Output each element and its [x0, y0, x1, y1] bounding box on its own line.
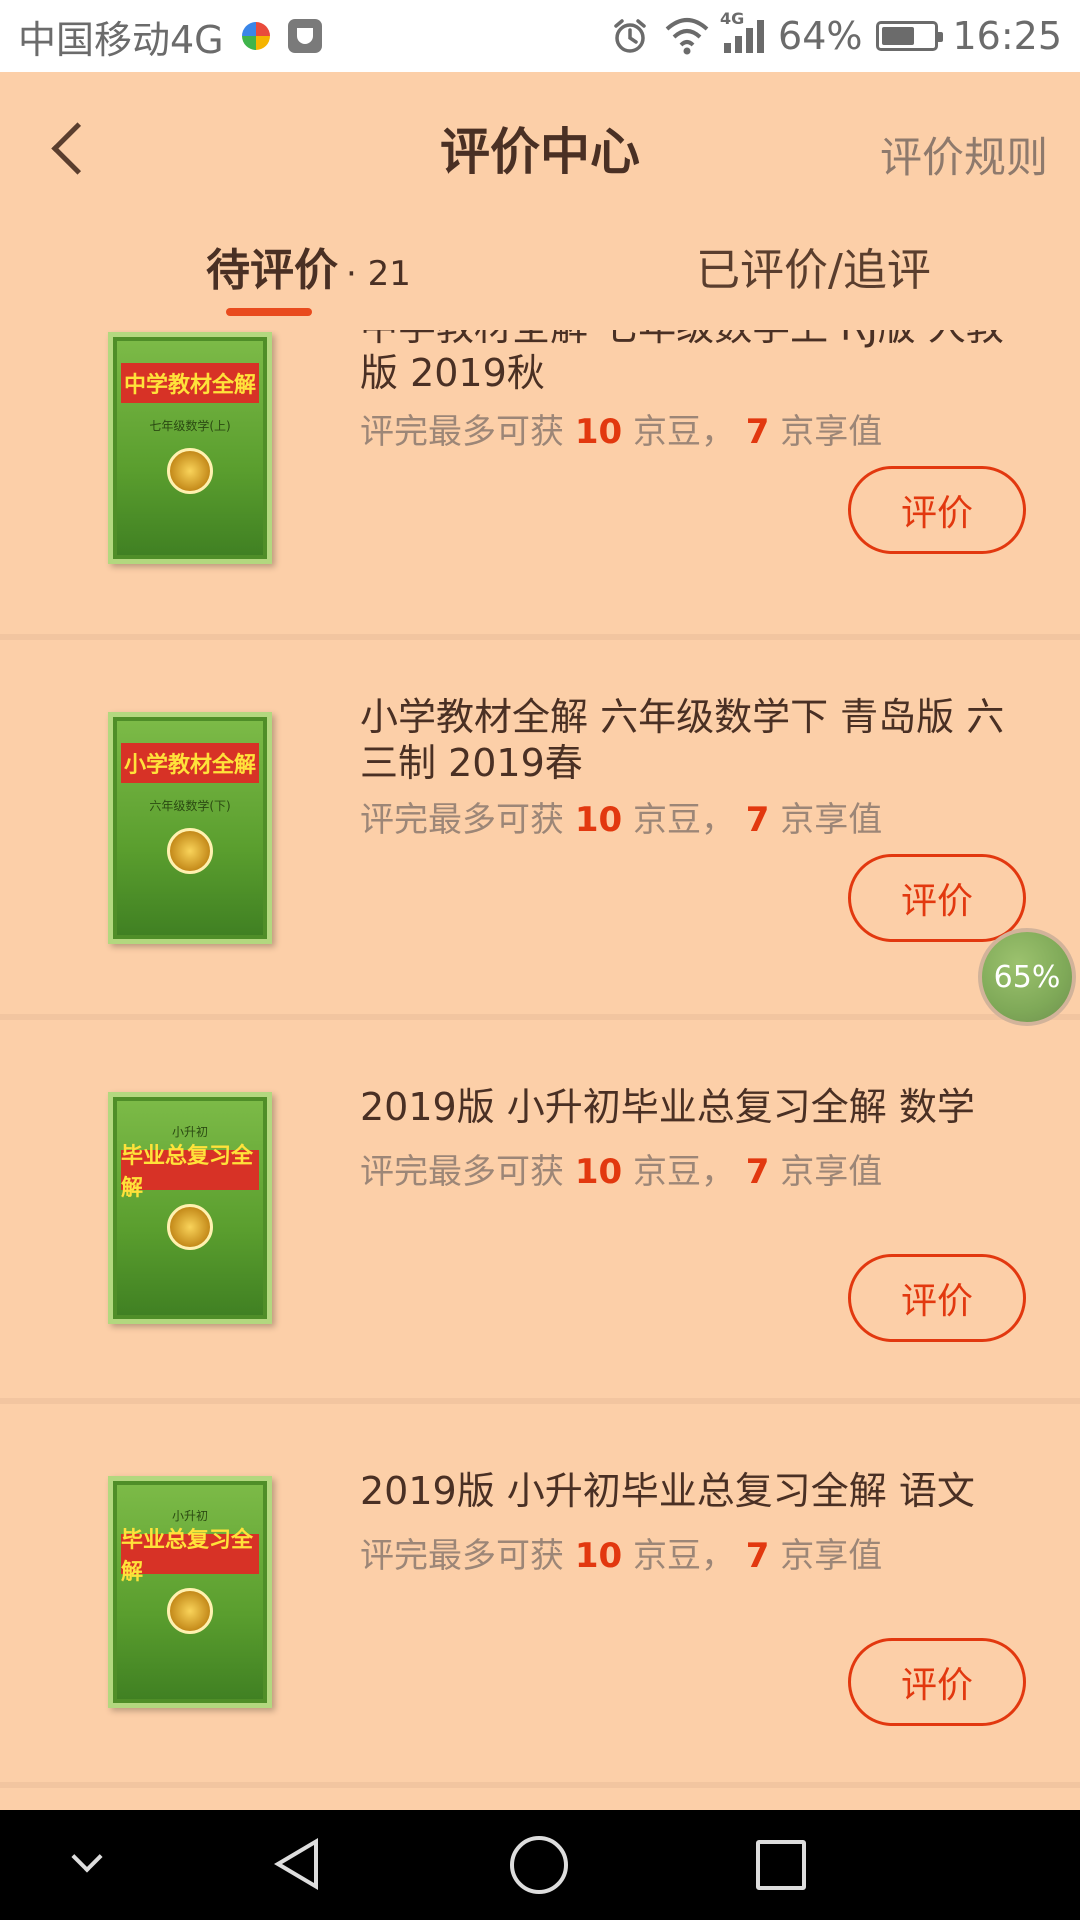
- value-label: 京享值: [769, 800, 883, 840]
- nav-home-icon[interactable]: [510, 1836, 568, 1894]
- reward-prefix: 评完最多可获: [360, 1536, 575, 1576]
- security-app-icon: [287, 19, 322, 53]
- list-item: 小升初 毕业总复习全解 2019版 小升初毕业总复习全解 数学 评完最多可获 1…: [0, 1024, 1080, 1404]
- battery-fill: [882, 27, 915, 45]
- product-cover-image[interactable]: 小升初 毕业总复习全解: [108, 1476, 272, 1708]
- tab-pending-label: 待评价: [206, 245, 338, 296]
- cover-title: 中学教材全解: [121, 363, 259, 403]
- reward-text: 评完最多可获 10 京豆， 7 京享值: [360, 1528, 882, 1577]
- value-count: 7: [745, 1536, 770, 1576]
- bean-label: 京豆，: [622, 412, 746, 452]
- cover-emblem-icon: [167, 1588, 213, 1634]
- status-left: 中国移动4G: [18, 9, 322, 64]
- status-bar: 中国移动4G 4G 64% 16:25: [0, 0, 1080, 72]
- battery-icon: [876, 21, 944, 51]
- bean-count: 10: [574, 1152, 623, 1192]
- app-notification-icon: [241, 22, 270, 50]
- list-item: 中学教材全解 七年级数学(上) 中学教材全解 七年级数学上 RJ版 人教版 20…: [0, 330, 1080, 640]
- battery-percent: 64%: [778, 14, 863, 58]
- system-nav-bar: [0, 1810, 1080, 1920]
- product-cover-image[interactable]: 小学教材全解 六年级数学(下): [108, 712, 272, 944]
- value-count: 7: [745, 1152, 770, 1192]
- list-item: 小学教材全解 六年级数学(下) 小学教材全解 六年级数学下 青岛版 六三制 20…: [0, 640, 1080, 1020]
- bean-count: 10: [574, 1536, 623, 1576]
- bean-label: 京豆，: [622, 1152, 746, 1192]
- tab-pending[interactable]: 待评价 · 21: [206, 234, 411, 298]
- cover-subtitle: 六年级数学(下): [149, 799, 231, 813]
- tab-bar: 待评价 · 21 已评价/追评: [0, 224, 1080, 324]
- tab-pending-count: · 21: [346, 254, 411, 294]
- tab-reviewed[interactable]: 已评价/追评: [696, 234, 931, 298]
- value-label: 京享值: [769, 1152, 883, 1192]
- cover-emblem-icon: [167, 448, 213, 494]
- review-rules-link[interactable]: 评价规则: [880, 124, 1048, 185]
- nav-collapse-icon[interactable]: [71, 1841, 103, 1873]
- product-title[interactable]: 中学教材全解 七年级数学上 RJ版 人教版 2019秋: [360, 330, 1040, 396]
- carrier-label: 中国移动4G: [18, 17, 224, 62]
- cover-emblem-icon: [167, 1204, 213, 1250]
- active-tab-indicator: [226, 308, 312, 316]
- reward-text: 评完最多可获 10 京豆， 7 京享值: [360, 404, 882, 453]
- alarm-icon: [614, 19, 646, 53]
- bean-count: 10: [574, 412, 623, 452]
- reward-prefix: 评完最多可获: [360, 1152, 575, 1192]
- bean-label: 京豆，: [622, 1536, 746, 1576]
- clock: 16:25: [952, 14, 1062, 58]
- value-count: 7: [745, 412, 770, 452]
- list-item: 小升初 毕业总复习全解 2019版 小升初毕业总复习全解 语文 评完最多可获 1…: [0, 1408, 1080, 1788]
- cover-subtitle: 七年级数学(上): [149, 419, 231, 433]
- cover-title: 小学教材全解: [121, 743, 259, 783]
- status-right: 4G 64% 16:25: [610, 9, 1062, 58]
- header: 评价中心 评价规则: [0, 72, 1080, 224]
- product-title[interactable]: 2019版 小升初毕业总复习全解 数学: [360, 1084, 1040, 1130]
- review-button[interactable]: 评价: [848, 1254, 1026, 1342]
- signal-icon: 4G: [720, 9, 765, 53]
- bean-label: 京豆，: [622, 800, 746, 840]
- product-cover-image[interactable]: 小升初 毕业总复习全解: [108, 1092, 272, 1324]
- cover-title: 毕业总复习全解: [121, 1527, 259, 1585]
- pending-review-list: 中学教材全解 七年级数学(上) 中学教材全解 七年级数学上 RJ版 人教版 20…: [0, 330, 1080, 1810]
- value-label: 京享值: [769, 1536, 883, 1576]
- network-type-label: 4G: [720, 9, 745, 28]
- product-title[interactable]: 2019版 小升初毕业总复习全解 语文: [360, 1468, 1040, 1514]
- wifi-icon: [665, 18, 709, 55]
- product-title[interactable]: 小学教材全解 六年级数学下 青岛版 六三制 2019春: [360, 694, 1040, 786]
- cover-emblem-icon: [167, 828, 213, 874]
- nav-recent-icon[interactable]: [756, 1840, 806, 1890]
- value-label: 京享值: [769, 412, 883, 452]
- review-button[interactable]: 评价: [848, 854, 1026, 942]
- floating-speed-badge[interactable]: 65%: [978, 928, 1076, 1026]
- value-count: 7: [745, 800, 770, 840]
- reward-prefix: 评完最多可获: [360, 412, 575, 452]
- review-button[interactable]: 评价: [848, 466, 1026, 554]
- cover-title: 毕业总复习全解: [121, 1143, 259, 1201]
- reward-text: 评完最多可获 10 京豆， 7 京享值: [360, 792, 882, 841]
- page-title: 评价中心: [440, 123, 640, 181]
- bean-count: 10: [574, 800, 623, 840]
- review-center-page: 中国移动4G 4G 64% 16:25 评价中心 评价规则 待评价 · 21 已…: [0, 0, 1080, 1920]
- reward-text: 评完最多可获 10 京豆， 7 京享值: [360, 1144, 882, 1193]
- review-button[interactable]: 评价: [848, 1638, 1026, 1726]
- product-cover-image[interactable]: 中学教材全解 七年级数学(上): [108, 332, 272, 564]
- nav-back-icon[interactable]: [274, 1838, 318, 1890]
- back-icon[interactable]: [40, 118, 100, 178]
- reward-prefix: 评完最多可获: [360, 800, 575, 840]
